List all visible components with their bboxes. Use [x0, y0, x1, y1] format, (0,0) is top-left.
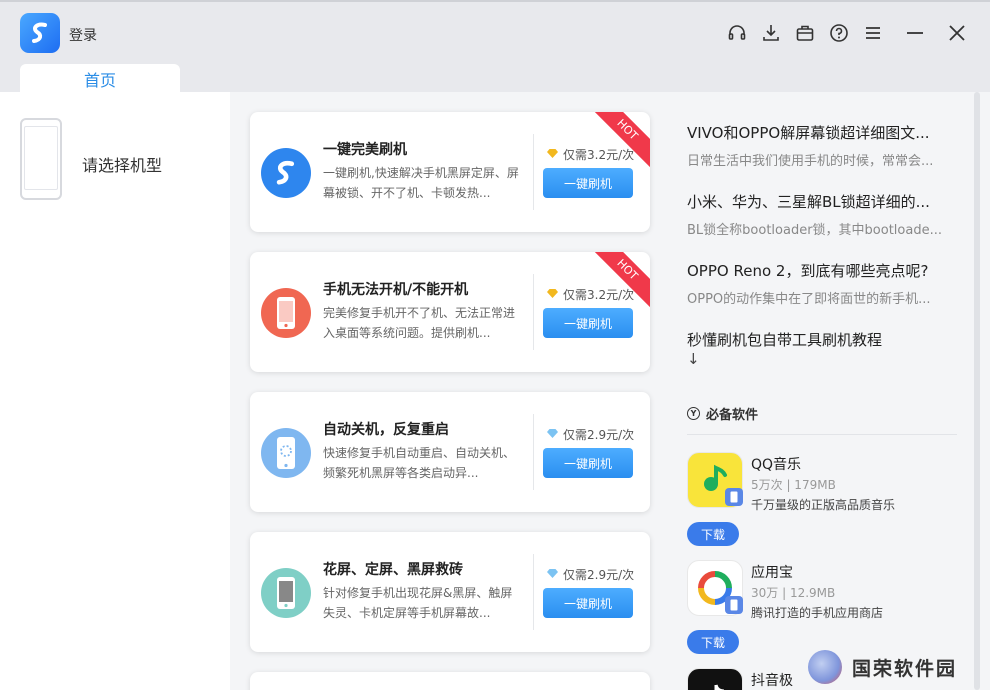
price-label: 仅需2.9元/次	[546, 566, 634, 583]
card-title: 一键完美刷机	[323, 142, 407, 158]
toolbox-icon[interactable]	[794, 22, 816, 44]
left-panel: 请选择机型	[0, 92, 230, 690]
card-description: 针对修复手机出现花屏&黑屏、触屏失灵、卡机定屏等手机屏幕故...	[323, 586, 513, 620]
blue-diamond-icon	[546, 428, 559, 442]
one-click-flash-button[interactable]: 一键刷机	[543, 308, 633, 338]
article-title[interactable]: VIVO和OPPO解屏幕锁超详细图文...	[687, 122, 962, 143]
app-name: QQ音乐	[751, 457, 802, 473]
service-card[interactable]: 花屏、定屏、黑屏救砖 针对修复手机出现花屏&黑屏、触屏失灵、卡机定屏等手机屏幕故…	[250, 532, 650, 652]
article-title[interactable]: 小米、华为、三星解BL锁超详细的...	[687, 191, 962, 212]
service-card-partial[interactable]	[250, 672, 650, 690]
price-text: 仅需2.9元/次	[563, 568, 635, 582]
article-summary: BL锁全称bootloader锁，其中bootloade...	[687, 223, 942, 238]
gold-diamond-icon	[546, 288, 559, 302]
app-meta: 5万次 | 179MB	[751, 478, 836, 492]
card-title: 手机无法开机/不能开机	[323, 282, 469, 298]
watermark-text: 国荣软件园	[852, 657, 958, 680]
card-divider	[533, 554, 534, 630]
service-card[interactable]: 手机无法开机/不能开机 完美修复手机开不了机、无法正常进入桌面等系统问题。提供刷…	[250, 252, 650, 372]
card-description: 一键刷机,快速解决手机黑屏定屏、屏幕被锁、开不了机、卡顿发热...	[323, 166, 519, 200]
brush-logo-icon	[261, 148, 311, 198]
app-name: 抖音极	[751, 673, 793, 689]
price-text: 仅需3.2元/次	[563, 288, 635, 302]
article-summary: 日常生活中我们使用手机的时候，常常会...	[687, 154, 934, 169]
blue-diamond-icon	[546, 568, 559, 582]
download-icon[interactable]	[760, 22, 782, 44]
service-card[interactable]: 自动关机，反复重启 快速修复手机自动重启、自动关机、频繁死机黑屏等各类启动异..…	[250, 392, 650, 512]
select-model-link[interactable]: 请选择机型	[82, 152, 162, 176]
price-text: 仅需3.2元/次	[563, 148, 635, 162]
window-controls	[714, 22, 968, 44]
article-item[interactable]: 小米、华为、三星解BL锁超详细的... BL锁全称bootloader锁，其中b…	[687, 191, 962, 238]
right-panel: VIVO和OPPO解屏幕锁超详细图文... 日常生活中我们使用手机的时候，常常会…	[672, 92, 972, 690]
app-meta: 30万 | 12.9MB	[751, 586, 836, 600]
scrollbar[interactable]	[974, 92, 980, 690]
one-click-flash-button[interactable]: 一键刷机	[543, 588, 633, 618]
mobile-badge-icon	[725, 596, 743, 614]
article-item[interactable]: VIVO和OPPO解屏幕锁超详细图文... 日常生活中我们使用手机的时候，常常会…	[687, 122, 962, 169]
gold-diamond-icon	[546, 148, 559, 162]
service-card-list: 一键完美刷机 一键刷机,快速解决手机黑屏定屏、屏幕被锁、开不了机、卡顿发热...…	[250, 112, 650, 690]
article-summary: OPPO的动作集中在了即将面世的新手机...	[687, 292, 931, 307]
headset-icon[interactable]	[726, 22, 748, 44]
price-label: 仅需2.9元/次	[546, 426, 634, 443]
one-click-flash-button[interactable]: 一键刷机	[543, 448, 633, 478]
mobile-badge-icon	[725, 488, 743, 506]
card-title: 花屏、定屏、黑屏救砖	[323, 562, 463, 578]
card-title: 自动关机，反复重启	[323, 422, 449, 438]
watermark: 国荣软件园	[808, 650, 957, 684]
service-card[interactable]: 一键完美刷机 一键刷机,快速解决手机黑屏定屏、屏幕被锁、开不了机、卡顿发热...…	[250, 112, 650, 232]
article-title[interactable]: 秒懂刷机包自带工具刷机教程	[687, 329, 962, 350]
download-button[interactable]: 下载	[687, 522, 739, 546]
article-title[interactable]: OPPO Reno 2，到底有哪些亮点呢?	[687, 260, 962, 281]
card-divider	[533, 274, 534, 350]
watermark-globe-icon	[808, 650, 842, 684]
card-divider	[533, 134, 534, 210]
article-item[interactable]: 秒懂刷机包自带工具刷机教程	[687, 329, 962, 350]
login-link[interactable]: 登录	[69, 25, 97, 45]
card-divider	[533, 414, 534, 490]
phone-placeholder-icon	[20, 118, 62, 200]
must-have-title: 必备软件	[706, 408, 759, 423]
price-label: 仅需3.2元/次	[546, 286, 634, 303]
menu-icon[interactable]	[862, 22, 884, 44]
card-description: 快速修复手机自动重启、自动关机、频繁死机黑屏等各类启动异...	[323, 446, 516, 480]
help-icon[interactable]	[828, 22, 850, 44]
arrow-down-icon: ↓	[687, 350, 700, 368]
download-button[interactable]: 下载	[687, 630, 739, 654]
app-item: 应用宝 30万 | 12.9MB 腾讯打造的手机应用商店 下载	[687, 560, 957, 660]
title-bar: 登录 首页	[0, 0, 990, 94]
one-click-flash-button[interactable]: 一键刷机	[543, 168, 633, 198]
article-item[interactable]: OPPO Reno 2，到底有哪些亮点呢? OPPO的动作集中在了即将面世的新手…	[687, 260, 962, 307]
phone-screen-icon	[261, 568, 311, 618]
minimize-icon[interactable]	[904, 22, 926, 44]
must-have-heading: Y 必备软件	[687, 404, 758, 423]
software-badge-icon: Y	[687, 407, 700, 420]
phone-icon	[261, 288, 311, 338]
price-text: 仅需2.9元/次	[563, 428, 635, 442]
app-name: 应用宝	[751, 565, 793, 581]
divider	[687, 434, 957, 435]
close-icon[interactable]	[946, 22, 968, 44]
restart-phone-icon	[261, 428, 311, 478]
douyin-icon	[687, 668, 743, 690]
price-label: 仅需3.2元/次	[546, 146, 634, 163]
app-description: 千万量级的正版高品质音乐	[751, 498, 896, 512]
app-description: 腾讯打造的手机应用商店	[751, 606, 884, 620]
card-description: 完美修复手机开不了机、无法正常进入桌面等系统问题。提供刷机...	[323, 306, 516, 340]
app-item: QQ音乐 5万次 | 179MB 千万量级的正版高品质音乐 下载	[687, 452, 957, 552]
tab-home[interactable]: 首页	[20, 64, 180, 94]
app-logo	[20, 13, 60, 53]
